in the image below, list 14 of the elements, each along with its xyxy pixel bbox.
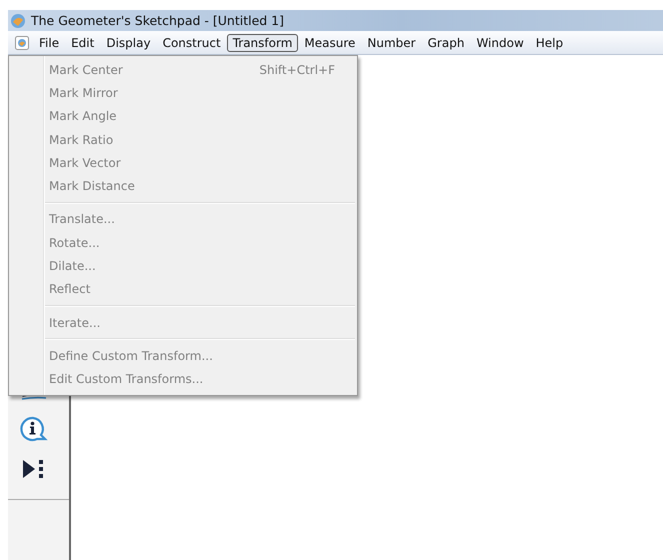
menu-item[interactable]: File <box>33 34 66 52</box>
menu-item[interactable]: Window <box>470 34 530 52</box>
menu-item[interactable]: Edit <box>65 34 100 52</box>
window-title: The Geometer's Sketchpad - [Untitled 1] <box>31 13 284 28</box>
menu-item[interactable]: Construct <box>156 34 227 52</box>
menu-item[interactable]: Graph <box>422 34 470 52</box>
menu-item[interactable]: Help <box>530 34 570 52</box>
menu-item[interactable]: Display <box>100 34 157 52</box>
menu-item[interactable]: Transform <box>226 34 298 52</box>
menu-item[interactable]: Number <box>361 34 422 52</box>
menu-item[interactable]: Measure <box>298 34 362 52</box>
info-icon[interactable] <box>18 415 48 443</box>
document-icon[interactable] <box>14 34 30 50</box>
app-icon <box>10 12 26 28</box>
